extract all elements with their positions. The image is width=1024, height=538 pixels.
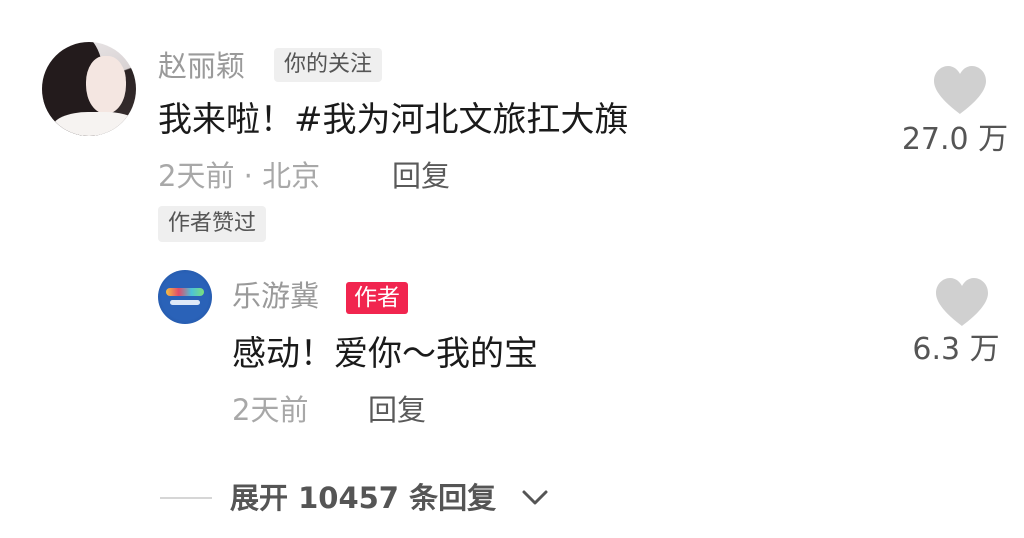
chevron-down-icon[interactable] [520, 486, 550, 510]
avatar[interactable] [158, 270, 212, 324]
divider [160, 497, 212, 499]
like-count: 27.0 万 [901, 122, 1009, 157]
comment-author-name[interactable]: 赵丽颖 [158, 46, 245, 86]
expand-replies-button[interactable]: 展开 10457 条回复 [230, 478, 496, 518]
reply-button[interactable]: 回复 [392, 156, 450, 196]
comment-text[interactable]: 我来啦！#我为河北文旅扛大旗 [158, 96, 629, 144]
like-count: 6.3 万 [912, 332, 1000, 367]
author-badge: 作者 [346, 282, 408, 314]
comment-meta: 2天前 · 北京 [158, 159, 321, 193]
avatar[interactable] [42, 42, 136, 136]
heart-icon[interactable] [932, 66, 988, 116]
comment-thread: 赵丽颖 你的关注 我来啦！#我为河北文旅扛大旗 2天前 · 北京 回复 作者赞过… [0, 0, 1024, 538]
author-liked-badge: 作者赞过 [158, 206, 267, 242]
reply-meta: 2天前 [232, 393, 309, 427]
follow-badge: 你的关注 [274, 48, 383, 82]
heart-icon[interactable] [934, 278, 990, 328]
reply-button[interactable]: 回复 [368, 390, 426, 430]
reply-text[interactable]: 感动！爱你～我的宝 [232, 330, 538, 378]
reply-author-name[interactable]: 乐游冀 [232, 276, 319, 316]
